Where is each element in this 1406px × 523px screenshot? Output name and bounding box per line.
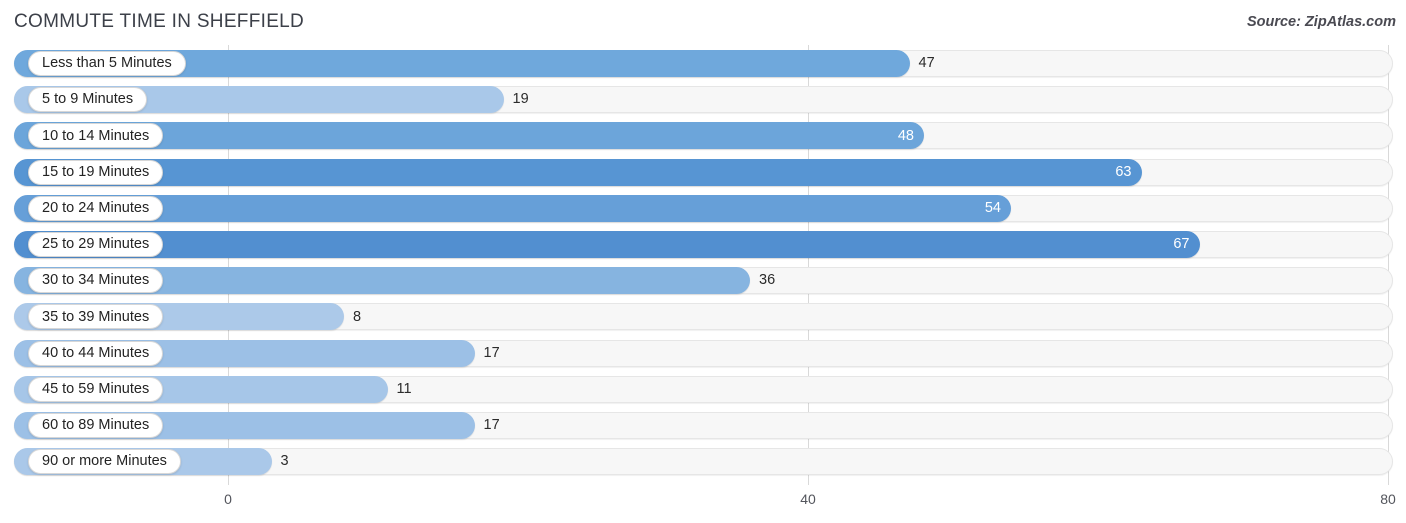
bar-category-label-text: 25 to 29 Minutes: [42, 236, 150, 253]
bar-row[interactable]: 15 to 19 Minutes 63: [14, 158, 1393, 186]
bar-value-label: 8: [353, 308, 362, 325]
bar-category-label-text: 15 to 19 Minutes: [42, 163, 150, 180]
bar-category-label-text: 90 or more Minutes: [42, 453, 167, 470]
bar-value-label: 17: [483, 344, 500, 361]
source-attribution: Source: ZipAtlas.com: [1246, 14, 1396, 30]
bar-fill[interactable]: [14, 231, 1200, 258]
bar-category-label-text: 40 to 44 Minutes: [42, 344, 150, 361]
bar-rows: Less than 5 Minutes 47 5 to 9 Minutes 19 10 …: [0, 45, 1406, 485]
bar-row[interactable]: 45 to 59 Minutes 11: [14, 375, 1393, 403]
bar-value-label: 63: [1115, 163, 1132, 180]
bar-category-label-text: 5 to 9 Minutes: [42, 91, 134, 108]
bar-value-label: 67: [1173, 236, 1190, 253]
chart-header: COMMUTE TIME IN SHEFFIELD Source: ZipAtl…: [0, 0, 1406, 45]
chart-plot-area: Less than 5 Minutes 47 5 to 9 Minutes 19 10 …: [0, 45, 1406, 485]
bar-category-label: 90 or more Minutes: [28, 449, 181, 475]
bar-row[interactable]: 90 or more Minutes 3: [14, 448, 1393, 476]
bar-row[interactable]: 5 to 9 Minutes 19: [14, 86, 1393, 114]
bar-category-label-text: Less than 5 Minutes: [42, 55, 172, 72]
bar-category-label: 60 to 89 Minutes: [28, 413, 164, 438]
bar-category-label-text: 30 to 34 Minutes: [42, 272, 150, 289]
bar-category-label: 35 to 39 Minutes: [28, 304, 164, 330]
bar-category-label: Less than 5 Minutes: [28, 51, 186, 76]
bar-row[interactable]: Less than 5 Minutes 47: [14, 50, 1393, 77]
bar-category-label: 30 to 34 Minutes: [28, 268, 164, 294]
bar-category-label: 15 to 19 Minutes: [28, 159, 164, 185]
bar-category-label: 40 to 44 Minutes: [28, 340, 164, 366]
bar-row[interactable]: 20 to 24 Minutes 54: [14, 194, 1393, 222]
bar-category-label: 20 to 24 Minutes: [28, 195, 164, 221]
bar-category-label-text: 45 to 59 Minutes: [42, 381, 150, 398]
page-title: COMMUTE TIME IN SHEFFIELD: [14, 11, 305, 32]
bar-row[interactable]: 25 to 29 Minutes 67: [14, 231, 1393, 258]
bar-category-label-text: 20 to 24 Minutes: [42, 200, 150, 217]
bar-fill[interactable]: [14, 158, 1142, 186]
bar-row[interactable]: 40 to 44 Minutes 17: [14, 339, 1393, 367]
bar-row[interactable]: 35 to 39 Minutes 8: [14, 303, 1393, 331]
bar-value-label: 36: [759, 272, 776, 289]
bar-value-label: 48: [897, 127, 914, 144]
x-tick-label: 80: [1380, 491, 1396, 507]
bar-category-label: 45 to 59 Minutes: [28, 376, 164, 402]
bar-value-label: 19: [512, 91, 529, 108]
bar-value-label: 11: [396, 381, 412, 398]
bar-category-label: 25 to 29 Minutes: [28, 232, 164, 257]
bar-value-label: 17: [483, 417, 500, 434]
bar-category-label: 5 to 9 Minutes: [28, 87, 148, 113]
x-axis: 0 40 80: [0, 485, 1406, 523]
bar-row[interactable]: 60 to 89 Minutes 17: [14, 412, 1393, 439]
bar-value-label: 47: [918, 55, 935, 72]
bar-row[interactable]: 30 to 34 Minutes 36: [14, 267, 1393, 295]
bar-category-label-text: 35 to 39 Minutes: [42, 308, 150, 325]
bar-category-label-text: 10 to 14 Minutes: [42, 127, 150, 144]
bar-fill[interactable]: [14, 194, 1011, 222]
x-tick-label: 0: [224, 491, 232, 507]
x-tick-label: 40: [800, 491, 816, 507]
bar-category-label-text: 60 to 89 Minutes: [42, 417, 150, 434]
bar-category-label: 10 to 14 Minutes: [28, 123, 164, 149]
bar-value-label: 3: [280, 453, 289, 470]
bar-row[interactable]: 10 to 14 Minutes 48: [14, 122, 1393, 150]
bar-value-label: 54: [984, 200, 1001, 217]
